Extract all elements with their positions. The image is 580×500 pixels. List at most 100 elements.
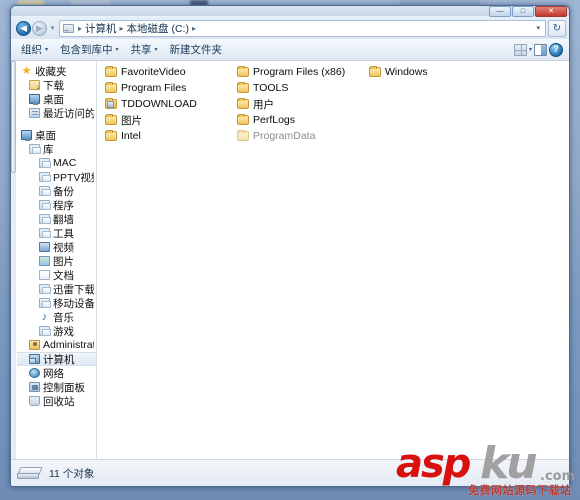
breadcrumb-separator-1[interactable]: ▸ [118, 24, 126, 33]
change-view-icon[interactable] [513, 43, 527, 56]
sidebar-item-20[interactable]: Administrator [17, 338, 96, 352]
navigation-group-gap [17, 120, 96, 128]
sidebar-item-0[interactable]: ★ 收藏夹 [17, 64, 96, 78]
sidebar-item-16[interactable]: 迅雷下载 [17, 282, 96, 296]
address-bar-row: ◀ ▶ ▾ ▸ 计算机 ▸ 本地磁盘 (C:) ▸ ▾ ↻ [11, 17, 569, 39]
sidebar-item-22[interactable]: 网络 [17, 366, 96, 380]
file-list-item[interactable]: 图片 [103, 112, 235, 128]
forward-button[interactable]: ▶ [32, 20, 47, 36]
video-icon [39, 242, 50, 252]
sidebar-item-label: PPTV视频 [53, 171, 94, 184]
navigation-pane: ★收藏夹下载桌面最近访问的位置桌面库MACPPTV视频备份程序翻墙工具视频图片文… [11, 61, 97, 459]
chevron-down-icon[interactable]: ▾ [529, 46, 532, 53]
file-list-item[interactable]: Program Files (x86) [235, 64, 367, 80]
sidebar-item-label: 下载 [43, 79, 64, 92]
minimize-button[interactable]: — [489, 6, 511, 17]
file-list-pane[interactable]: FavoriteVideo Program Files TDDOWNLOAD 图片 In… [97, 61, 569, 459]
folder-icon [237, 66, 249, 77]
sidebar-item-10[interactable]: 程序 [17, 198, 96, 212]
sidebar-item-label: 回收站 [43, 395, 75, 408]
sidebar-item-label: 移动设备 [53, 297, 94, 310]
sidebar-item-label: 视频 [53, 241, 74, 254]
navigation-scrollbar[interactable] [11, 61, 16, 459]
file-list-item[interactable]: Intel [103, 128, 235, 144]
file-name-label: FavoriteVideo [121, 66, 186, 78]
folder-icon [105, 82, 117, 93]
file-name-label: Windows [385, 66, 428, 78]
sidebar-item-7[interactable]: MAC [17, 156, 96, 170]
sidebar-item-11[interactable]: 翻墙 [17, 212, 96, 226]
maximize-button[interactable]: □ [512, 6, 534, 17]
sidebar-item-1[interactable]: 下载 [17, 78, 96, 92]
folder-icon [237, 114, 249, 125]
sidebar-item-9[interactable]: 备份 [17, 184, 96, 198]
file-list-item[interactable]: FavoriteVideo [103, 64, 235, 80]
recycle-bin-icon [29, 396, 40, 406]
file-list-item[interactable]: PerfLogs [235, 112, 367, 128]
breadcrumb-separator-2[interactable]: ▸ [190, 24, 198, 33]
sidebar-item-18[interactable]: ♪ 音乐 [17, 310, 96, 324]
sidebar-item-13[interactable]: 视频 [17, 240, 96, 254]
file-list-item[interactable]: ProgramData [235, 128, 367, 144]
document-icon [39, 270, 50, 280]
refresh-button[interactable]: ↻ [548, 19, 566, 37]
sidebar-item-5[interactable]: 桌面 [17, 128, 96, 142]
sidebar-item-label: 网络 [43, 367, 64, 380]
library-icon [39, 284, 51, 294]
folder-icon [237, 98, 249, 109]
sidebar-item-24[interactable]: 回收站 [17, 394, 96, 408]
recent-icon [29, 108, 40, 118]
address-input[interactable]: ▸ 计算机 ▸ 本地磁盘 (C:) ▸ ▾ [59, 19, 546, 37]
file-list-item[interactable]: TDDOWNLOAD [103, 96, 235, 112]
file-list-item[interactable]: Windows [367, 64, 499, 80]
sidebar-item-21[interactable]: 计算机 [17, 352, 96, 366]
toolbar-new-folder-button[interactable]: 新建文件夹 [164, 40, 229, 59]
folder-icon [237, 130, 249, 141]
sidebar-item-label: 计算机 [43, 353, 75, 366]
address-dropdown-icon[interactable]: ▾ [533, 24, 543, 32]
sidebar-item-label: Administrator [43, 339, 94, 351]
toolbar-include-in-library-label: 包含到库中 [60, 44, 113, 56]
control-panel-icon [29, 382, 40, 392]
sidebar-item-8[interactable]: PPTV视频 [17, 170, 96, 184]
breadcrumb-local-disk[interactable]: 本地磁盘 (C:) [126, 21, 190, 36]
file-name-label: 图片 [121, 114, 142, 127]
toolbar-share-label: 共享 [130, 44, 152, 56]
file-list-item[interactable]: TOOLS [235, 80, 367, 96]
sidebar-item-label: 程序 [53, 199, 74, 212]
sidebar-item-14[interactable]: 图片 [17, 254, 96, 268]
title-bar[interactable]: — □ ✕ [11, 6, 569, 17]
sidebar-item-19[interactable]: 游戏 [17, 324, 96, 338]
toolbar-organize-button[interactable]: 组织 ▾ [15, 40, 54, 59]
help-icon[interactable]: ? [549, 42, 563, 57]
library-icon [39, 298, 51, 308]
recent-pages-dropdown[interactable]: ▾ [48, 24, 57, 32]
folder-icon [105, 114, 117, 125]
file-grid: FavoriteVideo Program Files TDDOWNLOAD 图片 In… [103, 64, 569, 144]
file-name-label: Program Files [121, 82, 187, 94]
file-list-item[interactable]: Program Files [103, 80, 235, 96]
toolbar-include-in-library-button[interactable]: 包含到库中 ▾ [54, 40, 125, 59]
sidebar-item-23[interactable]: 控制面板 [17, 380, 96, 394]
file-list-item[interactable]: 用户 [235, 96, 367, 112]
drive-icon [63, 23, 74, 33]
sidebar-item-2[interactable]: 桌面 [17, 92, 96, 106]
breadcrumb-computer[interactable]: 计算机 [84, 21, 118, 36]
sidebar-item-15[interactable]: 文档 [17, 268, 96, 282]
library-icon [39, 172, 51, 182]
file-name-label: TOOLS [253, 82, 289, 94]
library-icon [39, 158, 51, 168]
toolbar-share-button[interactable]: 共享 ▾ [125, 40, 164, 59]
sidebar-item-17[interactable]: 移动设备 [17, 296, 96, 310]
computer-icon [29, 354, 40, 364]
monitor-icon [21, 130, 32, 141]
preview-pane-icon[interactable] [534, 43, 547, 56]
sidebar-item-3[interactable]: 最近访问的位置 [17, 106, 96, 120]
sidebar-item-6[interactable]: 库 [17, 142, 96, 156]
close-button[interactable]: ✕ [535, 6, 567, 17]
navigation-scrollbar-thumb[interactable] [11, 61, 16, 173]
sidebar-item-12[interactable]: 工具 [17, 226, 96, 240]
sidebar-item-label: 桌面 [43, 93, 64, 106]
file-name-label: TDDOWNLOAD [121, 98, 197, 110]
back-button[interactable]: ◀ [16, 20, 31, 36]
